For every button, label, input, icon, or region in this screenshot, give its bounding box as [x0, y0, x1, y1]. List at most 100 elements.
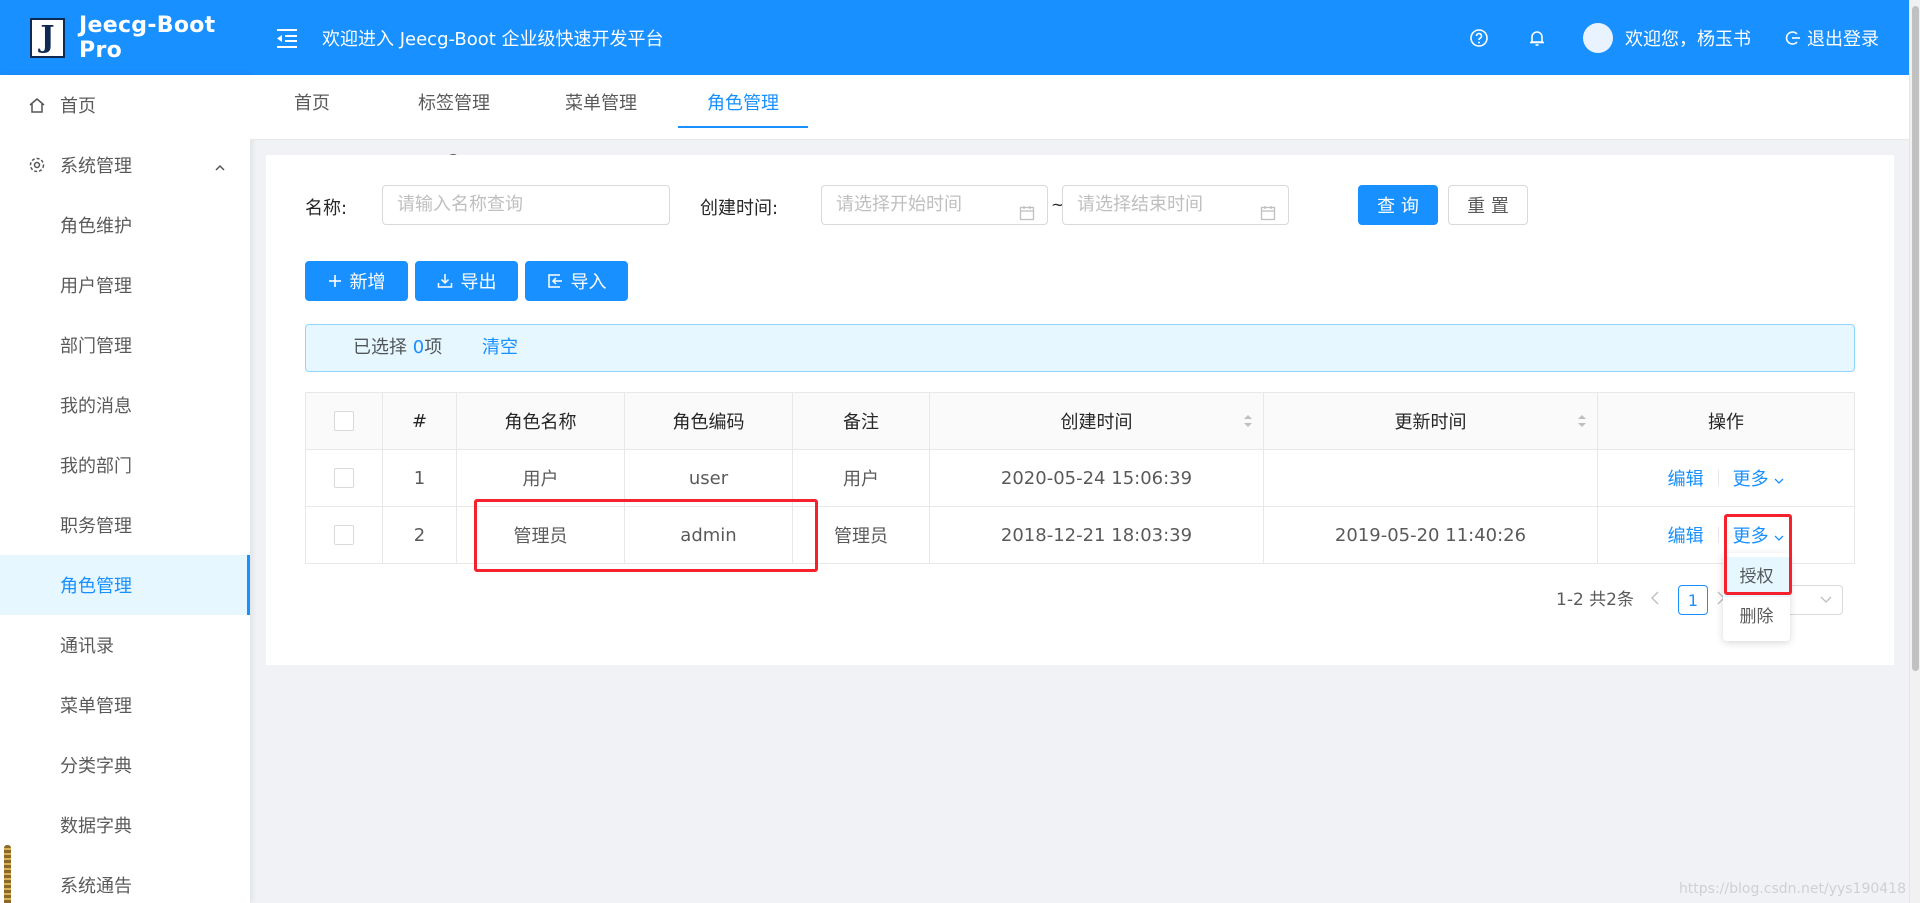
sidebar-item-label: 角色管理: [60, 576, 132, 597]
edit-link[interactable]: 编辑: [1668, 522, 1704, 548]
content-card: 名称: 请输入名称查询 创建时间: 请选择开始时间 ~ 请选择结束时间 查 询 …: [266, 155, 1894, 665]
table-row: 2 管理员 admin 管理员 2018-12-21 18:03:39 2019…: [306, 507, 1854, 564]
menu-fold-icon[interactable]: [274, 25, 300, 51]
export-label: 导出: [460, 272, 497, 293]
welcome-text: 欢迎进入 Jeecg-Boot 企业级快速开发平台: [322, 28, 664, 50]
row-index: 1: [383, 450, 457, 506]
role-table: # 角色名称 角色编码 备注 创建时间 更新时间 操作 1 用户 user 用户…: [305, 392, 1855, 564]
created-time-label: 创建时间:: [700, 198, 779, 219]
user-greeting[interactable]: 欢迎您，杨玉书: [1625, 25, 1751, 51]
sidebar-item-menus[interactable]: 菜单管理: [0, 675, 250, 735]
chevron-down-icon: [1820, 596, 1832, 603]
plus-icon: [328, 275, 341, 287]
sidebar-scrollbar[interactable]: [4, 845, 11, 903]
calendar-icon: [1260, 197, 1276, 235]
sort-icon[interactable]: [1243, 413, 1253, 434]
sidebar-item-label: 分类字典: [60, 756, 132, 777]
row-actions: 编辑 更多: [1598, 450, 1854, 506]
scrollbar-thumb[interactable]: [1912, 6, 1919, 671]
column-role-code: 角色编码: [625, 393, 793, 449]
row-checkbox[interactable]: [334, 468, 354, 488]
tab-role-management[interactable]: 角色管理: [678, 75, 808, 140]
logout-button[interactable]: 退出登录: [1785, 25, 1879, 51]
sidebar-item-label: 职务管理: [60, 516, 132, 537]
sidebar-item-label: 用户管理: [60, 276, 132, 297]
name-search-input[interactable]: 请输入名称查询: [382, 185, 670, 225]
home-icon: [28, 96, 48, 114]
column-created-label: 创建时间: [1060, 412, 1133, 433]
logo-mark: J: [30, 17, 66, 58]
column-updated-label: 更新时间: [1394, 412, 1467, 433]
role-remark: 管理员: [793, 507, 930, 563]
sidebar-item-users[interactable]: 用户管理: [0, 255, 250, 315]
sidebar-item-label: 系统通告: [60, 876, 132, 897]
query-button[interactable]: 查 询: [1358, 185, 1438, 225]
more-dropdown-trigger[interactable]: 更多: [1733, 522, 1785, 548]
delete-menu-item[interactable]: 删除: [1723, 597, 1790, 637]
start-date-picker[interactable]: 请选择开始时间: [821, 185, 1048, 225]
clear-selection-link[interactable]: 清空: [482, 325, 518, 371]
sidebar-item-announcements[interactable]: 系统通告: [0, 855, 250, 903]
sort-icon[interactable]: [1577, 413, 1587, 434]
sidebar-item-roles[interactable]: 角色管理: [0, 555, 250, 615]
chevron-down-icon: [1774, 535, 1784, 541]
column-index: #: [383, 393, 457, 449]
sidebar-item-label: 通讯录: [60, 636, 114, 657]
avatar[interactable]: [1583, 22, 1613, 53]
column-actions: 操作: [1708, 412, 1744, 433]
column-created-time[interactable]: 创建时间: [930, 393, 1264, 449]
authorize-menu-item[interactable]: 授权: [1723, 557, 1790, 597]
sidebar-item-label: 系统管理: [60, 156, 132, 177]
bell-icon[interactable]: [1525, 26, 1549, 50]
row-index: 2: [383, 507, 457, 563]
selection-suffix: 项: [424, 337, 443, 358]
sidebar-item-system[interactable]: 系统管理: [0, 135, 250, 195]
sidebar-item-label: 我的消息: [60, 396, 132, 417]
name-label: 名称:: [305, 198, 348, 219]
end-date-picker[interactable]: 请选择结束时间: [1062, 185, 1289, 225]
download-icon: [437, 274, 452, 288]
sidebar-item-label: 角色维护: [60, 216, 132, 237]
tab-menu-management[interactable]: 菜单管理: [564, 75, 638, 140]
edit-link[interactable]: 编辑: [1668, 465, 1704, 491]
selection-text: 已选择 0项: [353, 325, 442, 371]
sidebar-item-my-department[interactable]: 我的部门: [0, 435, 250, 495]
add-button[interactable]: 新增: [305, 261, 408, 301]
logo-text: Jeecg-Boot Pro: [79, 12, 216, 63]
add-label: 新增: [349, 272, 386, 293]
sidebar-item-departments[interactable]: 部门管理: [0, 315, 250, 375]
table-header: # 角色名称 角色编码 备注 创建时间 更新时间 操作: [306, 393, 1854, 450]
logo[interactable]: J Jeecg-Boot Pro: [0, 0, 250, 75]
sidebar-item-messages[interactable]: 我的消息: [0, 375, 250, 435]
column-remark: 备注: [793, 393, 930, 449]
help-icon[interactable]: [1467, 26, 1491, 50]
chevron-up-icon: [214, 157, 226, 178]
tab-tag-management[interactable]: 标签管理2: [413, 75, 495, 172]
sidebar-item-category-dict[interactable]: 分类字典: [0, 735, 250, 795]
prev-page-icon[interactable]: [1650, 588, 1660, 613]
table-row: 1 用户 user 用户 2020-05-24 15:06:39 编辑 更多: [306, 450, 1854, 507]
sidebar-item-contacts[interactable]: 通讯录: [0, 615, 250, 675]
sidebar-item-role-maintain[interactable]: 角色维护: [0, 195, 250, 255]
reset-button[interactable]: 重 置: [1448, 185, 1528, 225]
import-label: 导入: [570, 272, 607, 293]
column-updated-time[interactable]: 更新时间: [1264, 393, 1598, 449]
role-code: admin: [625, 507, 793, 563]
created-time: 2018-12-21 18:03:39: [930, 507, 1264, 563]
select-all-checkbox[interactable]: [334, 411, 354, 431]
more-dropdown-trigger[interactable]: 更多: [1733, 465, 1785, 491]
tab-home[interactable]: 首页: [290, 75, 334, 140]
action-divider: [1717, 470, 1719, 486]
role-code: user: [625, 450, 793, 506]
role-name: 用户: [457, 450, 625, 506]
sidebar-item-positions[interactable]: 职务管理: [0, 495, 250, 555]
sidebar-item-data-dict[interactable]: 数据字典: [0, 795, 250, 855]
import-button[interactable]: 导入: [525, 261, 628, 301]
tab-bar: 首页 标签管理2 菜单管理 角色管理: [250, 75, 1909, 172]
page-1-button[interactable]: 1: [1678, 585, 1708, 615]
chevron-down-icon: [1774, 478, 1784, 484]
row-checkbox[interactable]: [334, 525, 354, 545]
export-button[interactable]: 导出: [415, 261, 518, 301]
page-scrollbar[interactable]: [1909, 0, 1920, 903]
sidebar-item-home[interactable]: 首页: [0, 75, 250, 135]
